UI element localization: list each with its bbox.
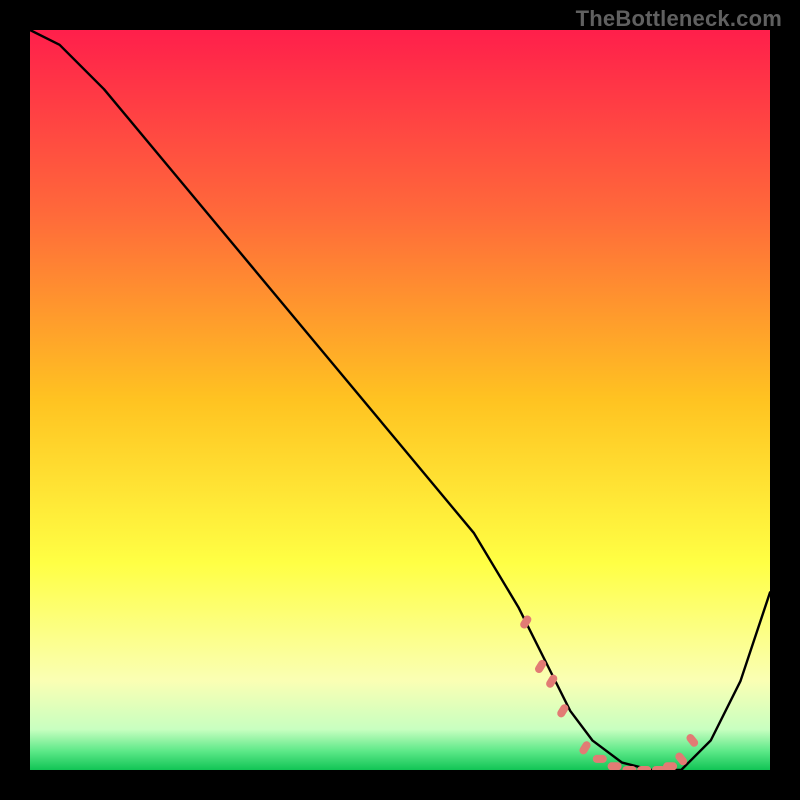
curve-marker [593, 755, 607, 763]
curve-marker [663, 762, 677, 770]
curve-marker [637, 766, 651, 770]
curve-marker [608, 762, 622, 770]
curve-marker [622, 766, 636, 770]
chart-container: TheBottleneck.com [0, 0, 800, 800]
watermark-text: TheBottleneck.com [576, 6, 782, 32]
chart-svg [30, 30, 770, 770]
plot-area [30, 30, 770, 770]
gradient-rect [30, 30, 770, 770]
